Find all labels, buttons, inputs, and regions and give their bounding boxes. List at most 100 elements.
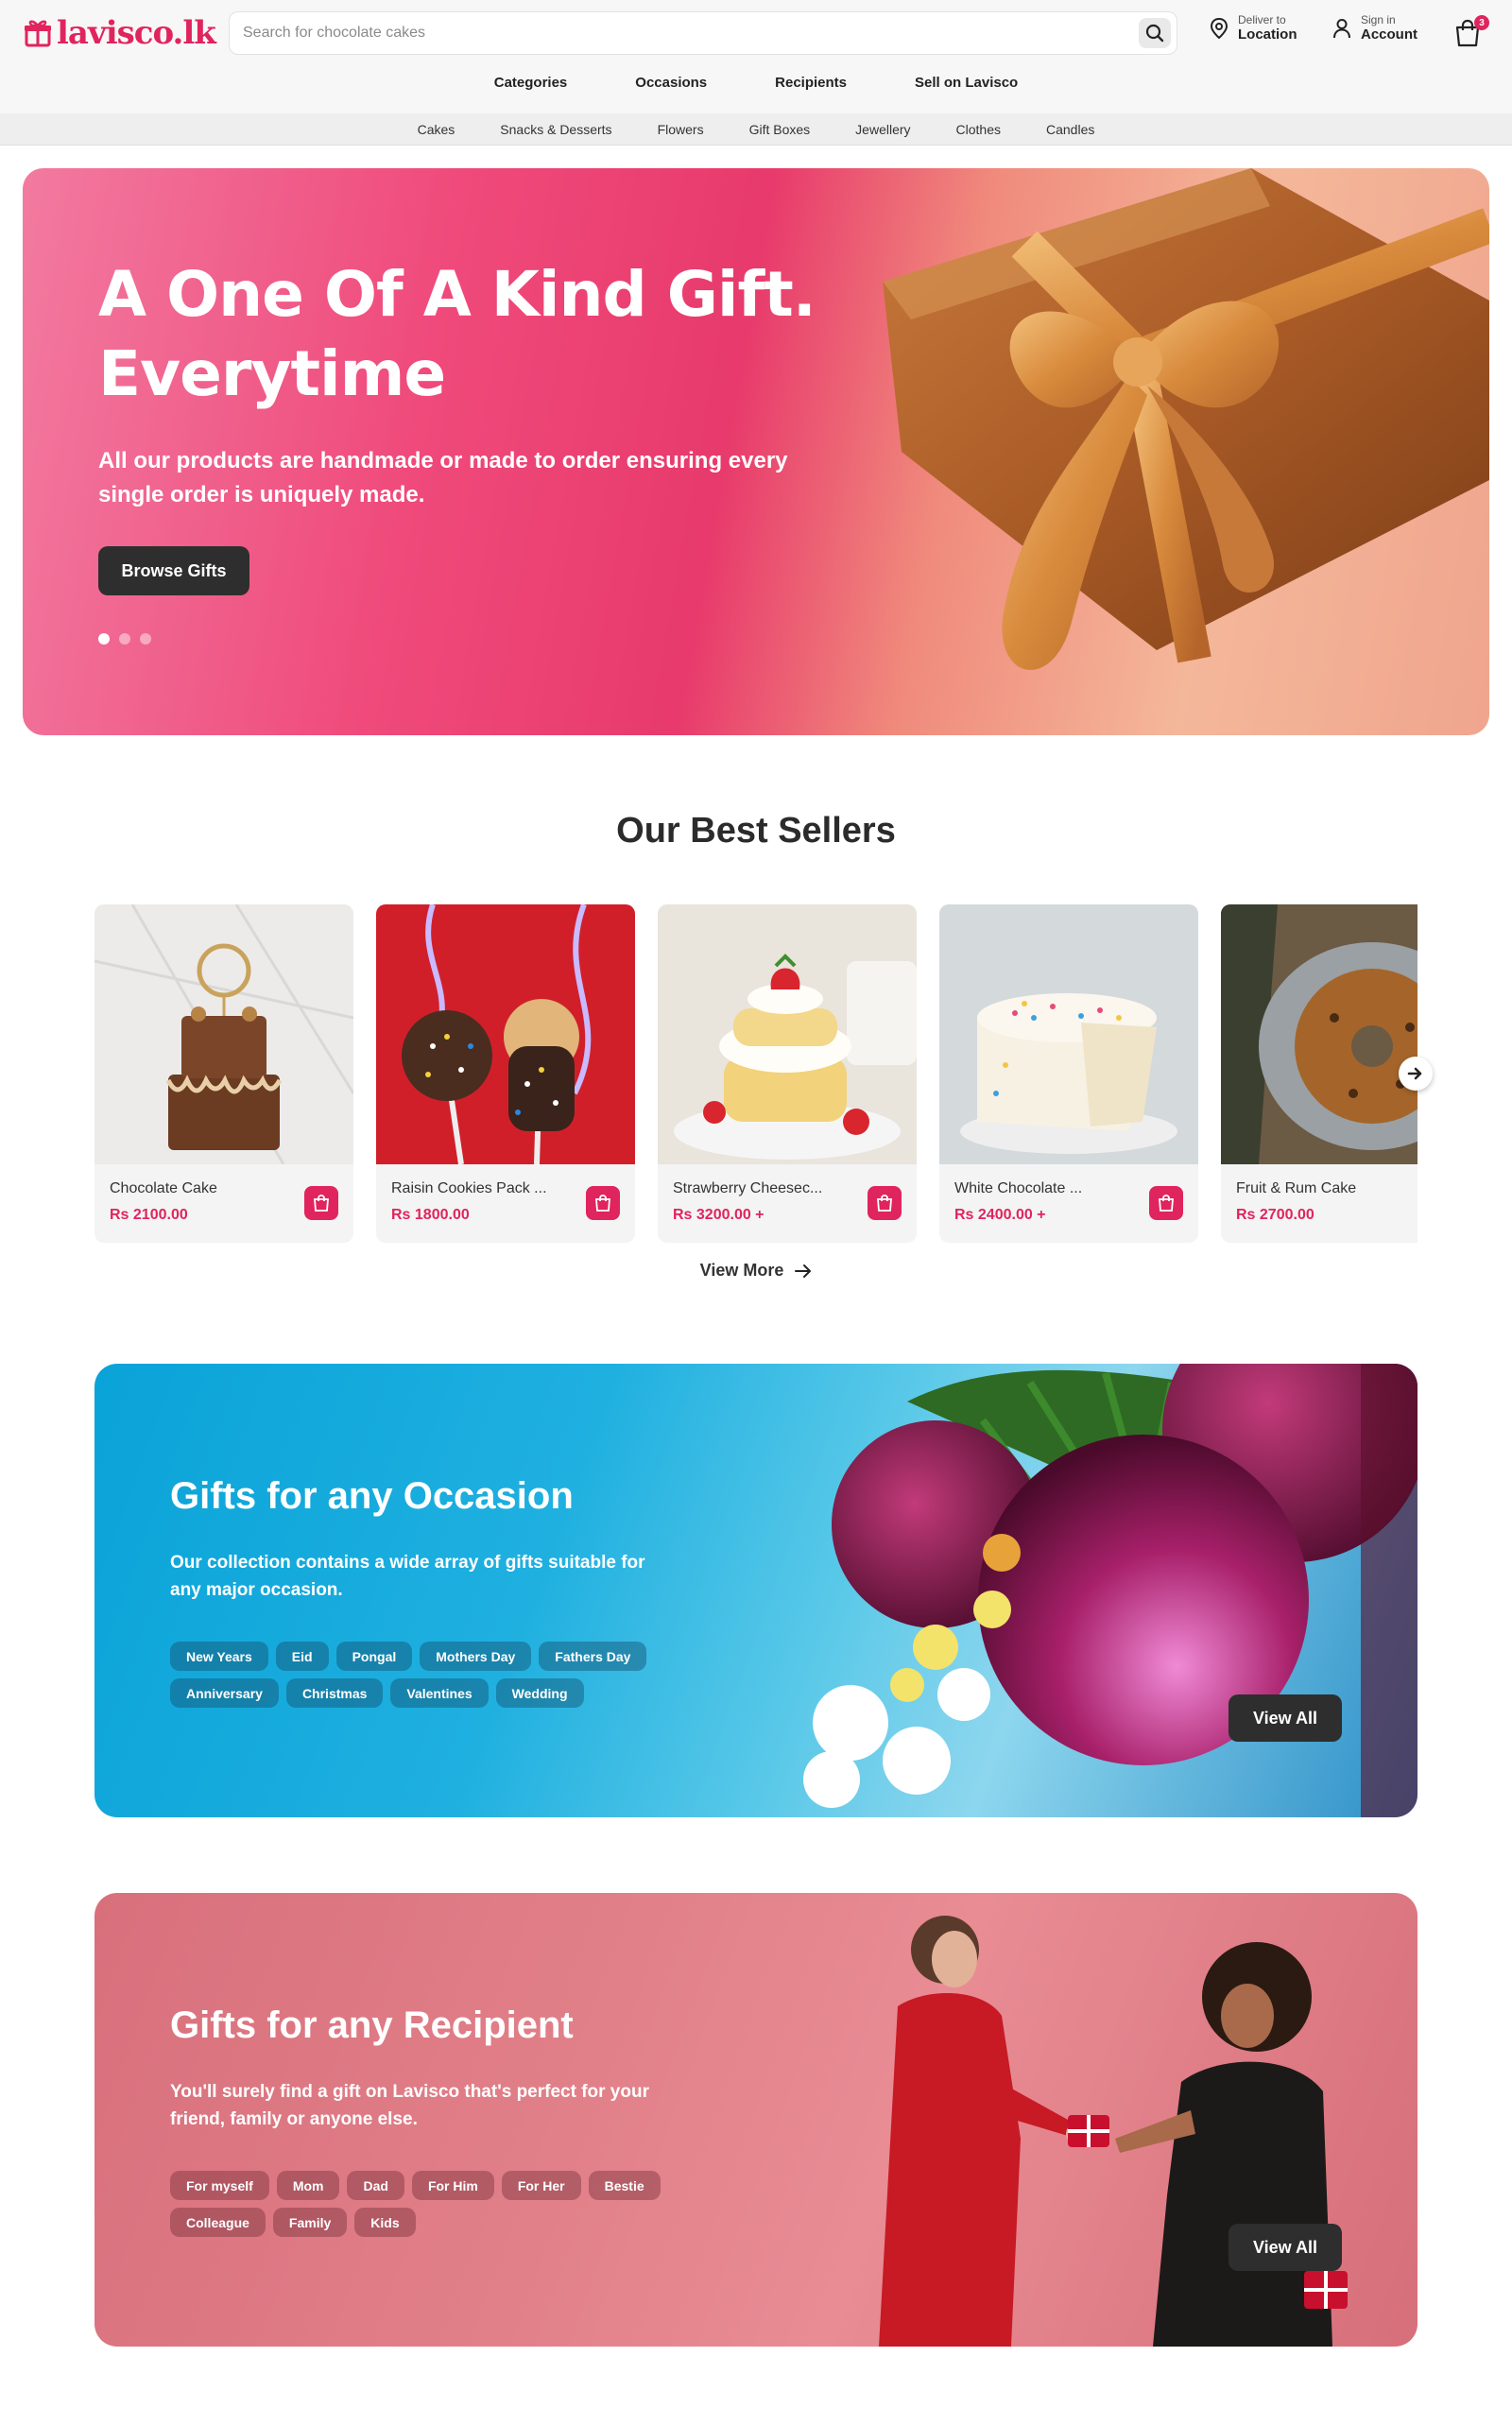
occasion-tags: New Years Eid Pongal Mothers Day Fathers… xyxy=(170,1642,699,1708)
product-name: Raisin Cookies Pack ... xyxy=(391,1180,547,1196)
deliver-label: Deliver to xyxy=(1238,13,1286,26)
carousel-dots xyxy=(98,633,151,645)
carousel-dot[interactable] xyxy=(119,633,130,645)
cookie-pops-image xyxy=(376,904,635,1164)
subnav-gift-boxes[interactable]: Gift Boxes xyxy=(749,113,811,145)
sign-in-label: Sign in xyxy=(1361,13,1396,26)
tag-wedding[interactable]: Wedding xyxy=(495,1678,584,1708)
occasion-view-all-button[interactable]: View All xyxy=(1228,1694,1342,1742)
search-input[interactable] xyxy=(243,12,1122,54)
search-button[interactable] xyxy=(1139,18,1171,48)
recipient-subtitle: You'll surely find a gift on Lavisco tha… xyxy=(170,2082,649,2129)
product-price: Rs 1800.00 xyxy=(391,1207,470,1223)
tag-new-years[interactable]: New Years xyxy=(170,1642,268,1671)
add-to-cart-button[interactable] xyxy=(868,1186,902,1220)
add-to-cart-button[interactable] xyxy=(586,1186,620,1220)
hero-banner: A One Of A Kind Gift. Everytime All our … xyxy=(23,168,1489,735)
tag-eid[interactable]: Eid xyxy=(275,1642,329,1671)
add-to-cart-button[interactable] xyxy=(1149,1186,1183,1220)
hero-title-line-2: Everytime xyxy=(98,337,446,410)
nav-occasions[interactable]: Occasions xyxy=(635,64,707,102)
search-icon xyxy=(1145,24,1164,43)
product-name: White Chocolate ... xyxy=(954,1180,1083,1196)
white-chocolate-cake-image xyxy=(939,904,1198,1164)
subnav-clothes[interactable]: Clothes xyxy=(956,113,1001,145)
tag-colleague[interactable]: Colleague xyxy=(170,2208,266,2237)
occasion-title: Gifts for any Occasion xyxy=(170,1475,574,1517)
tag-mom[interactable]: Mom xyxy=(276,2171,340,2200)
product-price: Rs 2100.00 xyxy=(110,1207,188,1223)
tag-for-him[interactable]: For Him xyxy=(411,2171,494,2200)
chocolate-cake-image xyxy=(94,904,353,1164)
ornaments-flowers-image xyxy=(803,1364,1418,1817)
location-pin-icon xyxy=(1210,18,1228,39)
gift-logo-icon xyxy=(25,20,51,47)
tag-fathers-day[interactable]: Fathers Day xyxy=(539,1642,647,1671)
deliver-location[interactable]: Deliver to Location xyxy=(1210,13,1297,43)
tag-family[interactable]: Family xyxy=(272,2208,348,2237)
best-sellers-title: Our Best Sellers xyxy=(616,811,896,851)
site-header: lavisco.lk Deliver to Location Sign in A… xyxy=(0,0,1512,113)
product-card[interactable]: Strawberry Cheesec... Rs 3200.00 + xyxy=(658,904,917,1243)
product-price: Rs 3200.00 + xyxy=(673,1207,765,1223)
shopping-bag-icon xyxy=(314,1195,329,1212)
product-card[interactable]: Fruit & Rum Cake Rs 2700.00 xyxy=(1221,904,1418,1243)
search-bar xyxy=(229,11,1177,55)
subnav-candles[interactable]: Candles xyxy=(1046,113,1094,145)
women-exchanging-gift-image xyxy=(879,1916,1348,2347)
user-icon xyxy=(1333,19,1350,39)
tag-dad[interactable]: Dad xyxy=(347,2171,404,2200)
rum-cake-image xyxy=(1221,904,1418,1164)
tag-pongal[interactable]: Pongal xyxy=(335,1642,413,1671)
product-carousel: Chocolate Cake Rs 2100.00 Raisin Cookies… xyxy=(94,904,1418,1245)
tag-mothers-day[interactable]: Mothers Day xyxy=(420,1642,532,1671)
product-name: Fruit & Rum Cake xyxy=(1236,1180,1357,1196)
tag-valentines[interactable]: Valentines xyxy=(390,1678,489,1708)
carousel-dot[interactable] xyxy=(140,633,151,645)
tag-anniversary[interactable]: Anniversary xyxy=(170,1678,279,1708)
nav-sell-on-lavisco[interactable]: Sell on Lavisco xyxy=(915,64,1018,102)
strawberry-shortcake-image xyxy=(658,904,917,1164)
arrow-right-icon xyxy=(795,1264,812,1278)
shopping-bag-icon xyxy=(1159,1195,1174,1212)
product-price: Rs 2700.00 xyxy=(1236,1207,1314,1223)
view-more-label: View More xyxy=(699,1261,784,1280)
recipient-tags: For myself Mom Dad For Him For Her Besti… xyxy=(170,2171,699,2237)
recipient-view-all-button[interactable]: View All xyxy=(1228,2224,1342,2271)
location-label: Location xyxy=(1238,26,1297,43)
nav-categories[interactable]: Categories xyxy=(494,64,568,102)
subnav-cakes[interactable]: Cakes xyxy=(418,113,455,145)
add-to-cart-button[interactable] xyxy=(304,1186,338,1220)
category-nav: Cakes Snacks & Desserts Flowers Gift Box… xyxy=(0,113,1512,146)
carousel-next-button[interactable] xyxy=(1399,1057,1433,1091)
tag-kids[interactable]: Kids xyxy=(354,2208,416,2237)
logo-text: lavisco.lk xyxy=(57,14,216,52)
product-card[interactable]: Chocolate Cake Rs 2100.00 xyxy=(94,904,353,1243)
tag-for-myself[interactable]: For myself xyxy=(170,2171,269,2200)
tag-christmas[interactable]: Christmas xyxy=(285,1678,384,1708)
product-card[interactable]: Raisin Cookies Pack ... Rs 1800.00 xyxy=(376,904,635,1243)
occasion-banner: Gifts for any Occasion Our collection co… xyxy=(94,1364,1418,1817)
product-name: Strawberry Cheesec... xyxy=(673,1180,823,1196)
product-card[interactable]: White Chocolate ... Rs 2400.00 + xyxy=(939,904,1198,1243)
subnav-flowers[interactable]: Flowers xyxy=(658,113,704,145)
view-more-link[interactable]: View More xyxy=(0,1261,1512,1281)
carousel-dot[interactable] xyxy=(98,633,110,645)
nav-recipients[interactable]: Recipients xyxy=(775,64,847,102)
tag-for-her[interactable]: For Her xyxy=(501,2171,581,2200)
hero-title: A One Of A Kind Gift. Everytime xyxy=(98,255,816,414)
browse-gifts-button[interactable]: Browse Gifts xyxy=(98,546,249,595)
product-price: Rs 2400.00 + xyxy=(954,1207,1046,1223)
subnav-snacks-desserts[interactable]: Snacks & Desserts xyxy=(500,113,611,145)
main-nav: Categories Occasions Recipients Sell on … xyxy=(0,64,1512,102)
cart-button[interactable]: 3 xyxy=(1453,15,1489,47)
account-label: Account xyxy=(1361,26,1418,43)
recipient-title: Gifts for any Recipient xyxy=(170,2004,574,2046)
account-menu[interactable]: Sign in Account xyxy=(1332,13,1418,43)
cart-count-badge: 3 xyxy=(1474,15,1489,30)
logo[interactable]: lavisco.lk xyxy=(25,13,216,53)
shopping-bag-icon xyxy=(877,1195,892,1212)
subnav-jewellery[interactable]: Jewellery xyxy=(855,113,910,145)
tag-bestie[interactable]: Bestie xyxy=(588,2171,661,2200)
occasion-subtitle: Our collection contains a wide array of … xyxy=(170,1553,645,1600)
